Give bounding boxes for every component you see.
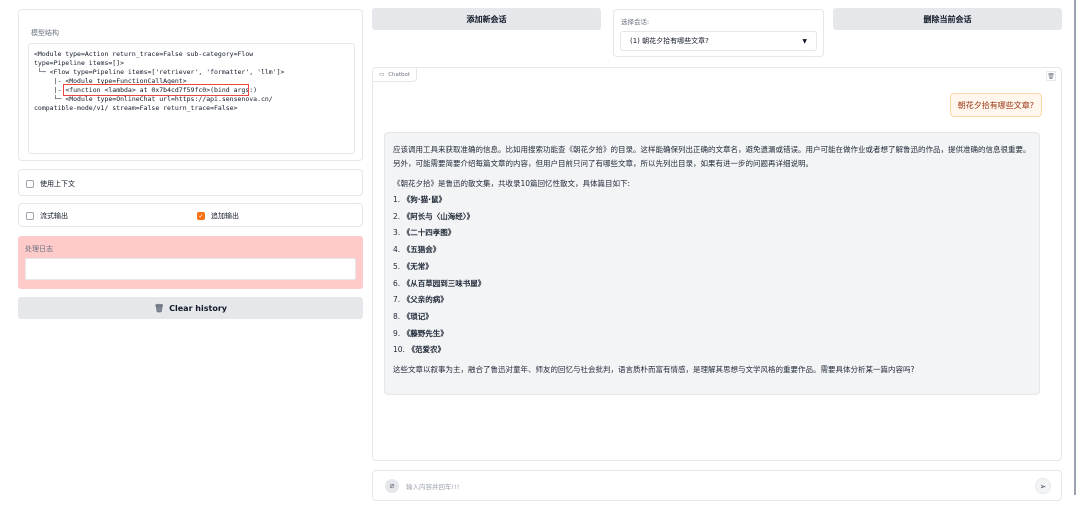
model-structure-label: 模型结构 <box>31 29 59 37</box>
append-output-label: 追加输出 <box>211 212 239 220</box>
processing-log-textbox[interactable] <box>25 258 356 280</box>
app-root: 模型结构 <Module type=Action return_trace=Fa… <box>0 0 1080 510</box>
session-select-dropdown[interactable]: (1) 朝花夕拾有哪些文章? ▼ <box>620 31 817 51</box>
model-structure-text: <Module type=Action return_trace=False s… <box>34 50 349 113</box>
selected-session-text: (1) 朝花夕拾有哪些文章? <box>630 37 709 45</box>
list-item: 8. 《琐记》 <box>393 311 433 321</box>
article-list: 1. 《狗·猫·鼠》 2. 《阿长与〈山海经〉》 3. 《二十四孝图》 4. 《… <box>393 192 1032 359</box>
highlight-box <box>63 84 249 96</box>
page-scrollbar[interactable] <box>1074 0 1076 495</box>
trash-icon: 🗑 <box>153 303 165 313</box>
output-options-panel: 流式输出 ✓ 追加输出 <box>18 203 363 227</box>
use-context-label: 使用上下文 <box>40 180 75 188</box>
list-item: 3. 《二十四孝图》 <box>393 228 456 238</box>
list-item: 2. 《阿长与〈山海经〉》 <box>393 211 475 221</box>
chat-input-bar: ⌀ 输入内容并回车!!! ➢ <box>372 470 1062 501</box>
chevron-down-icon: ▼ <box>802 37 807 45</box>
stream-output-checkbox[interactable]: 流式输出 <box>26 211 68 221</box>
model-structure-panel: 模型结构 <Module type=Action return_trace=Fa… <box>18 9 363 161</box>
list-item: 4. 《五猖会》 <box>393 245 441 255</box>
clear-history-button[interactable]: 🗑 Clear history <box>18 297 363 319</box>
delete-session-button[interactable]: 删除当前会话 <box>833 8 1062 30</box>
chat-input[interactable]: 输入内容并回车!!! <box>406 481 459 491</box>
checkbox-icon <box>26 180 34 188</box>
user-message-text: 朝花夕拾有哪些文章? <box>957 100 1034 110</box>
chat-icon: ▭ <box>379 71 385 78</box>
send-icon[interactable]: ➢ <box>1035 478 1051 494</box>
processing-log-panel: 处理日志 <box>18 236 363 289</box>
add-session-button[interactable]: 添加新会话 <box>372 8 601 30</box>
session-select-panel: 选择会话: (1) 朝花夕拾有哪些文章? ▼ <box>613 9 824 57</box>
chatbot-panel: ▭ Chatbot 🗑 朝花夕拾有哪些文章? 应该调用工具来获取准确的信息。比如… <box>372 67 1062 461</box>
list-item: 6. 《从百草园到三味书屋》 <box>393 278 486 288</box>
use-context-checkbox[interactable]: 使用上下文 <box>26 179 75 189</box>
structure-line: <Module type=Action return_trace=False s… <box>34 50 254 58</box>
bot-outro-text: 这些文章以叙事为主，融合了鲁迅对童年、师友的回忆与社会批判，语言质朴而富有情感，… <box>393 365 915 375</box>
list-item: 10. 《范爱农》 <box>393 345 446 355</box>
checked-icon: ✓ <box>197 212 205 220</box>
structure-line: └─ <Module type=OnlineChat url=https://a… <box>34 95 273 103</box>
stream-output-label: 流式输出 <box>40 212 68 220</box>
list-item: 7. 《父亲的病》 <box>393 295 448 305</box>
append-output-checkbox[interactable]: ✓ 追加输出 <box>197 211 239 221</box>
chatbot-tag: ▭ Chatbot <box>373 68 418 82</box>
list-item: 5. 《无常》 <box>393 261 433 271</box>
use-context-panel: 使用上下文 <box>18 169 363 196</box>
bot-intro-text: 应该调用工具来获取准确的信息。比如用搜索功能查《朝花夕拾》的目录。这样能确保列出… <box>393 145 1031 168</box>
chatbot-label: Chatbot <box>388 71 411 78</box>
processing-log-label: 处理日志 <box>25 245 53 253</box>
paperclip-icon[interactable]: ⌀ <box>385 479 399 493</box>
chat-input-placeholder: 输入内容并回车!!! <box>406 483 460 491</box>
list-item: 9. 《藤野先生》 <box>393 328 448 338</box>
clear-history-label: Clear history <box>169 303 227 313</box>
user-message-bubble: 朝花夕拾有哪些文章? <box>949 93 1042 117</box>
bot-message-bubble: 应该调用工具来获取准确的信息。比如用搜索功能查《朝花夕拾》的目录。这样能确保列出… <box>384 132 1040 395</box>
structure-line: └─ <Flow type=Pipeline items=['retriever… <box>34 68 285 76</box>
bot-lead-text: 《朝花夕拾》是鲁迅的散文集，共收录10篇回忆性散文，具体篇目如下: <box>393 179 631 188</box>
structure-line: compatible-mode/v1/ stream=False return_… <box>34 104 238 112</box>
model-structure-box: <Module type=Action return_trace=False s… <box>28 43 355 154</box>
structure-line: type=Pipeline items=[]> <box>34 59 125 67</box>
checkbox-icon <box>26 212 34 220</box>
list-item: 1. 《狗·猫·鼠》 <box>393 195 446 204</box>
session-select-label: 选择会话: <box>621 18 650 26</box>
delete-chat-icon[interactable]: 🗑 <box>1046 71 1056 81</box>
